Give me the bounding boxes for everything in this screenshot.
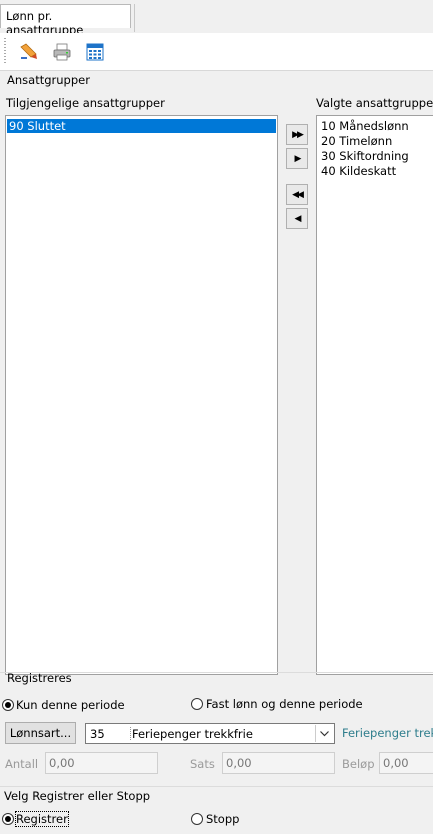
- pen-edit-icon[interactable]: [18, 41, 40, 63]
- radio-label-registrer[interactable]: Registrer: [15, 811, 69, 827]
- move-left-button[interactable]: ◀: [286, 208, 308, 229]
- selected-groups-label: Valgte ansattgrupper: [316, 96, 433, 110]
- lonnsart-description-link[interactable]: Feriepenger trek: [342, 726, 433, 740]
- sats-label: Sats: [190, 757, 215, 771]
- group-title-registreres: Registreres: [7, 671, 72, 685]
- group-title-ansattgrupper: Ansattgrupper: [7, 73, 90, 87]
- radio-fast-lonn[interactable]: [191, 698, 203, 710]
- move-right-button[interactable]: ▶: [286, 148, 308, 169]
- available-groups-label: Tilgjengelige ansattgrupper: [6, 96, 165, 110]
- lonnsart-combobox[interactable]: 35 Feriepenger trekkfrie: [85, 723, 335, 744]
- lonnsart-name: Feriepenger trekkfrie: [132, 727, 253, 741]
- tab-strip-edge: [134, 4, 135, 32]
- selected-groups-list[interactable]: 10 Månedslønn 20 Timelønn 30 Skiftordnin…: [316, 115, 433, 675]
- calendar-grid-icon[interactable]: [84, 41, 106, 63]
- belop-field[interactable]: [379, 752, 433, 774]
- list-item[interactable]: 20 Timelønn: [321, 134, 392, 149]
- belop-label: Beløp: [342, 757, 375, 771]
- tab-lonn-pr-ansattgruppe[interactable]: Lønn pr. ansattgruppe: [0, 4, 131, 37]
- lonnsart-button[interactable]: Lønnsart...: [5, 722, 76, 744]
- printer-icon[interactable]: [51, 41, 73, 63]
- sats-field[interactable]: [222, 752, 335, 774]
- radio-label-stopp[interactable]: Stopp: [206, 812, 239, 826]
- available-groups-list[interactable]: 90 Sluttet: [5, 115, 278, 675]
- list-item[interactable]: 10 Månedslønn: [321, 119, 409, 134]
- list-item[interactable]: 40 Kildeskatt: [321, 164, 396, 179]
- sats-input[interactable]: [223, 753, 334, 773]
- toolbar-grip[interactable]: [4, 38, 6, 64]
- belop-input[interactable]: [380, 753, 433, 773]
- list-item[interactable]: 90 Sluttet: [7, 119, 276, 133]
- radio-stopp[interactable]: [191, 813, 203, 825]
- radio-label-kun-denne-periode[interactable]: Kun denne periode: [16, 698, 125, 712]
- radio-label-fast-lonn[interactable]: Fast lønn og denne periode: [206, 697, 363, 711]
- move-all-right-button[interactable]: ▶▶: [286, 124, 308, 145]
- action-title: Velg Registrer eller Stopp: [4, 789, 151, 803]
- antall-label: Antall: [5, 757, 39, 771]
- radio-kun-denne-periode[interactable]: [2, 699, 14, 711]
- lonnsart-code: 35: [90, 727, 105, 741]
- antall-field[interactable]: [45, 752, 158, 774]
- chevron-down-icon[interactable]: [315, 725, 333, 742]
- section-divider: [0, 786, 433, 787]
- radio-registrer[interactable]: [2, 813, 14, 825]
- move-all-left-button[interactable]: ◀◀: [286, 184, 308, 205]
- list-item[interactable]: 30 Skiftordning: [321, 149, 409, 164]
- antall-input[interactable]: [46, 753, 157, 773]
